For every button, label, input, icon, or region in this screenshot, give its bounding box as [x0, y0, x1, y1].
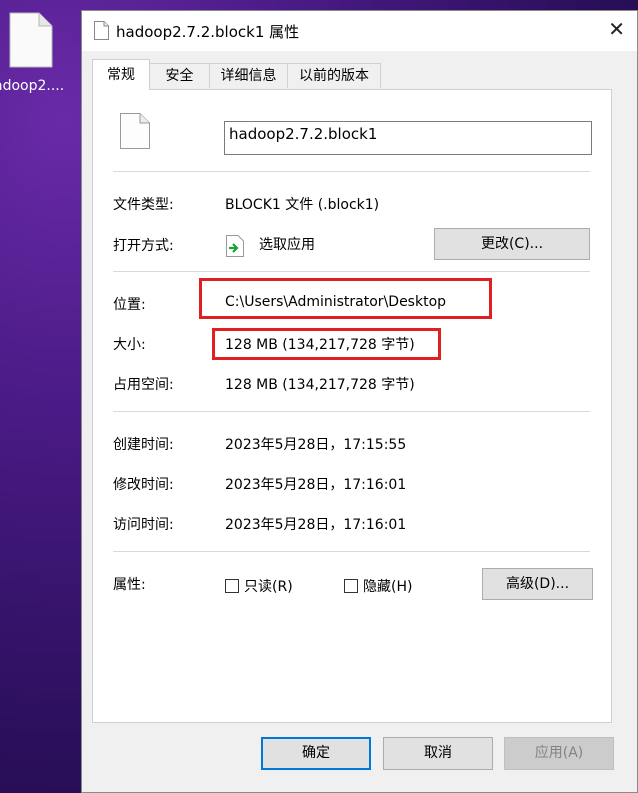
size-on-disk-label: 占用空间:	[113, 377, 174, 393]
divider	[113, 411, 590, 412]
tab-details[interactable]: 详细信息	[209, 63, 288, 88]
desktop-file-label: adoop2....	[0, 78, 65, 94]
title-bar[interactable]: hadoop2.7.2.block1 属性 ✕	[82, 11, 637, 51]
opens-with-label: 打开方式:	[113, 238, 174, 254]
accessed-label: 访问时间:	[113, 517, 174, 533]
tab-general[interactable]: 常规	[92, 59, 150, 90]
created-value: 2023年5月28日，17:15:55	[225, 437, 407, 453]
location-label: 位置:	[113, 297, 146, 313]
size-on-disk-value: 128 MB (134,217,728 字节)	[225, 377, 415, 393]
hidden-checkbox[interactable]	[344, 579, 358, 593]
highlight-box-size	[212, 328, 441, 360]
file-name-input[interactable]: hadoop2.7.2.block1	[224, 121, 592, 155]
file-type-label: 文件类型:	[113, 197, 174, 213]
highlight-box-location	[199, 278, 492, 319]
close-icon[interactable]: ✕	[608, 17, 625, 41]
created-label: 创建时间:	[113, 437, 174, 453]
file-icon	[94, 21, 109, 44]
readonly-checkbox[interactable]	[225, 579, 239, 593]
file-type-value: BLOCK1 文件 (.block1)	[225, 197, 380, 213]
divider	[113, 271, 590, 272]
properties-dialog: hadoop2.7.2.block1 属性 ✕ 常规 安全 详细信息 以前的版本…	[81, 10, 638, 793]
tab-previous-versions[interactable]: 以前的版本	[287, 63, 381, 88]
dialog-title: hadoop2.7.2.block1 属性	[116, 23, 300, 41]
divider	[113, 551, 590, 552]
hidden-label[interactable]: 隐藏(H)	[363, 576, 412, 596]
choose-app-icon	[226, 235, 244, 261]
opens-with-value: 选取应用	[259, 237, 315, 253]
readonly-label[interactable]: 只读(R)	[244, 576, 293, 596]
advanced-button[interactable]: 高级(D)...	[482, 568, 593, 600]
tab-security[interactable]: 安全	[149, 63, 210, 88]
accessed-value: 2023年5月28日，17:16:01	[225, 517, 407, 533]
file-icon	[9, 12, 53, 72]
size-label: 大小:	[113, 337, 146, 353]
file-type-icon	[120, 113, 150, 153]
divider	[113, 171, 590, 172]
general-panel: hadoop2.7.2.block1 文件类型: BLOCK1 文件 (.blo…	[92, 89, 612, 723]
modified-value: 2023年5月28日，17:16:01	[225, 477, 407, 493]
ok-button[interactable]: 确定	[261, 737, 371, 770]
change-button[interactable]: 更改(C)...	[434, 228, 590, 260]
modified-label: 修改时间:	[113, 477, 174, 493]
attributes-label: 属性:	[113, 577, 146, 593]
cancel-button[interactable]: 取消	[383, 737, 493, 770]
apply-button[interactable]: 应用(A)	[504, 737, 614, 770]
